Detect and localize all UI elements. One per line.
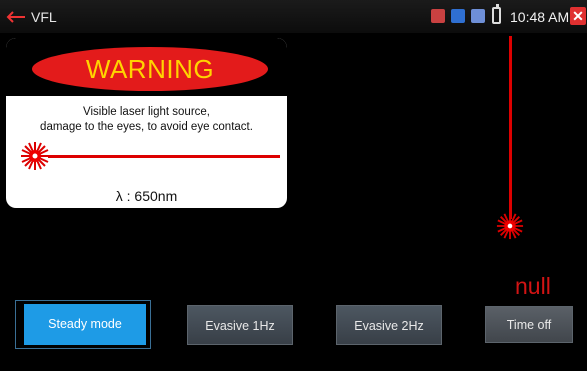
warning-message: Visible laser light source, damage to th… bbox=[6, 105, 287, 135]
back-arrow-icon[interactable] bbox=[6, 11, 26, 23]
laser-burst-icon bbox=[496, 212, 524, 240]
app-icon bbox=[431, 9, 445, 23]
evasive-2hz-button[interactable]: Evasive 2Hz bbox=[336, 305, 442, 345]
evasive-1hz-button[interactable]: Evasive 1Hz bbox=[187, 305, 293, 345]
timer-status: null bbox=[515, 273, 551, 299]
close-icon[interactable]: ✕ bbox=[570, 7, 586, 25]
app-title: VFL bbox=[31, 9, 57, 25]
status-bar: VFL 10:48 AM ✕ bbox=[0, 0, 587, 33]
laser-line bbox=[48, 155, 280, 158]
warning-message-line: Visible laser light source, bbox=[83, 106, 210, 118]
steady-mode-button[interactable]: Steady mode bbox=[24, 304, 146, 345]
app-icon bbox=[451, 9, 465, 23]
warning-message-line: damage to the eyes, to avoid eye contact… bbox=[40, 121, 253, 133]
clock: 10:48 AM bbox=[510, 9, 570, 25]
warning-header: WARNING bbox=[6, 38, 287, 96]
warning-card: WARNING Visible laser light source, dama… bbox=[6, 38, 287, 208]
app-icon bbox=[471, 9, 485, 23]
battery-icon bbox=[492, 4, 501, 24]
laser-beam bbox=[509, 36, 512, 219]
wavelength-label: λ : 650nm bbox=[115, 188, 178, 204]
laser-burst-icon bbox=[21, 142, 49, 170]
time-off-button[interactable]: Time off bbox=[485, 306, 573, 343]
warning-banner: WARNING bbox=[32, 47, 268, 91]
